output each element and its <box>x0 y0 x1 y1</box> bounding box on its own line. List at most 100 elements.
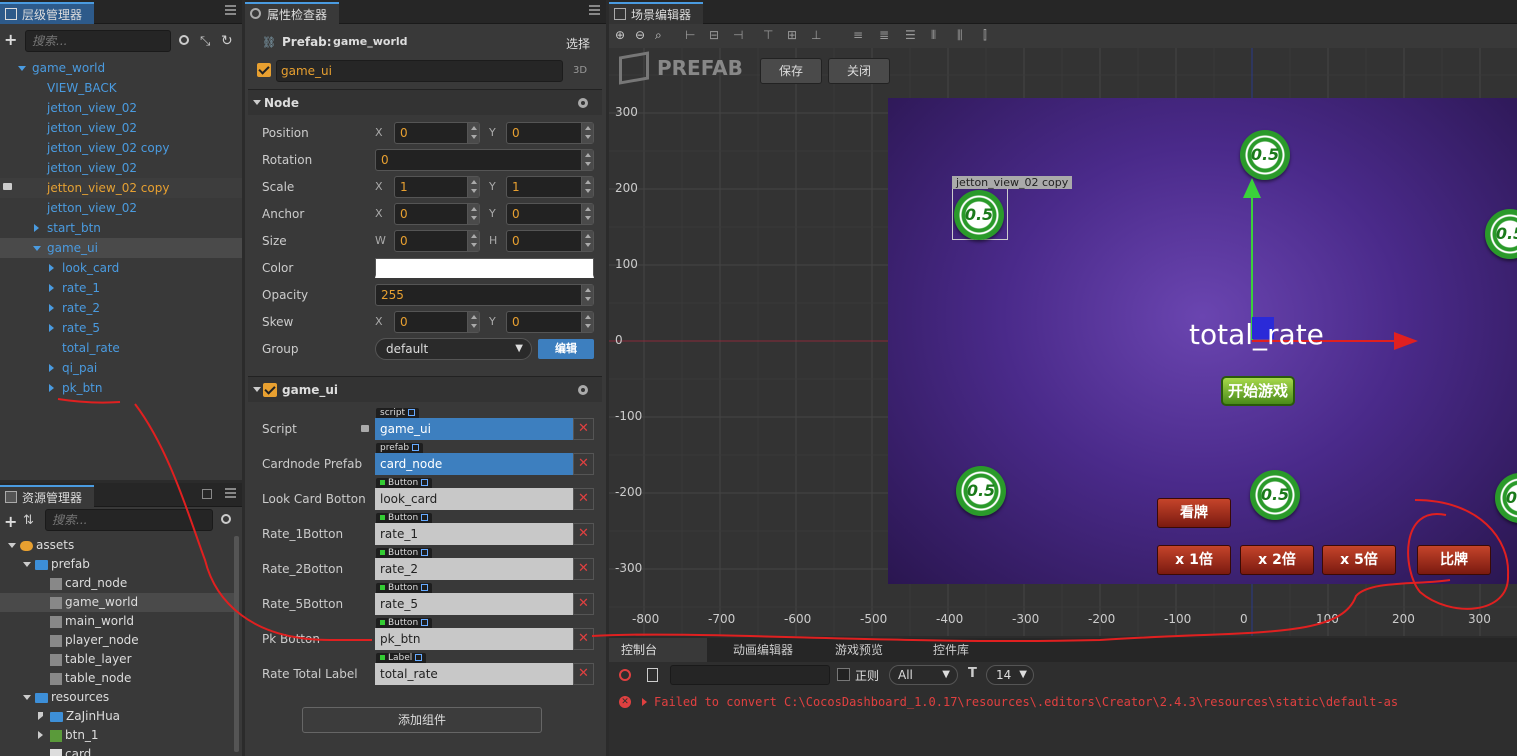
asset-item[interactable]: card <box>0 745 235 756</box>
open-log-icon[interactable] <box>647 668 658 682</box>
distribute-right-icon[interactable]: ⫿ <box>983 28 987 43</box>
distribute-vcenter-icon[interactable]: ≣ <box>879 28 889 42</box>
tree-node[interactable]: VIEW_BACK <box>0 78 242 98</box>
align-right-icon[interactable]: ⊣ <box>733 28 743 42</box>
clear-field-icon[interactable]: ✕ <box>573 453 594 475</box>
jetton-chip[interactable]: 0.5 <box>1240 130 1290 180</box>
tree-node[interactable]: pk_btn <box>0 378 242 398</box>
spinner-icon[interactable] <box>581 285 593 305</box>
tree-node[interactable]: jetton_view_02 copy <box>0 138 242 158</box>
zoom-in-icon[interactable]: ⊕ <box>615 28 625 42</box>
opacity-input[interactable]: 255 <box>375 284 594 306</box>
open-link-icon[interactable] <box>421 479 429 486</box>
scale-x-input[interactable]: 1 <box>394 176 480 198</box>
close-button[interactable]: 关闭 <box>828 58 890 84</box>
clear-field-icon[interactable]: ✕ <box>573 663 594 685</box>
expand-arrow-icon[interactable] <box>33 246 41 251</box>
tree-node[interactable]: jetton_view_02 <box>0 118 242 138</box>
lock-icon[interactable] <box>3 183 12 190</box>
asset-item[interactable]: card_node <box>0 574 235 593</box>
tree-node[interactable]: jetton_view_02 <box>0 158 242 178</box>
asset-item[interactable]: player_node <box>0 631 235 650</box>
start-game-button[interactable]: 开始游戏 <box>1221 376 1295 406</box>
align-left-icon[interactable]: ⊢ <box>685 28 695 42</box>
open-link-icon[interactable] <box>408 409 416 416</box>
spinner-icon[interactable] <box>467 231 479 251</box>
inspector-menu-icon[interactable] <box>589 5 600 15</box>
tree-node[interactable]: look_card <box>0 258 242 278</box>
tree-node[interactable]: total_rate <box>0 338 242 358</box>
spinner-icon[interactable] <box>581 123 593 143</box>
component-gear-icon[interactable] <box>578 385 588 395</box>
popout-icon[interactable] <box>202 489 212 499</box>
collapse-arrow-icon[interactable] <box>49 304 54 312</box>
zoom-out-icon[interactable]: ⊖ <box>635 28 645 42</box>
jetton-chip[interactable]: 0.5 <box>954 190 1004 240</box>
component-prop-field[interactable]: card_node <box>375 453 573 475</box>
look-card-button[interactable]: 看牌 <box>1157 498 1231 528</box>
spinner-icon[interactable] <box>467 204 479 224</box>
expand-arrow-icon[interactable] <box>642 698 647 706</box>
collapse-arrow-icon[interactable] <box>49 264 54 272</box>
plus-icon[interactable]: + <box>4 32 17 48</box>
anchor-y-input[interactable]: 0 <box>506 203 594 225</box>
scene-viewport[interactable]: PREFAB 保存 关闭 300 200 100 0 -100 -200 -300 -800… <box>609 48 1517 636</box>
scene-tab[interactable]: 场景编辑器 <box>609 2 704 24</box>
asset-item[interactable]: table_layer <box>0 650 235 669</box>
tree-node[interactable]: jetton_view_02 <box>0 198 242 218</box>
collapse-arrow-icon[interactable] <box>38 712 43 720</box>
assets-scrollbar[interactable] <box>234 536 239 752</box>
clear-field-icon[interactable]: ✕ <box>573 593 594 615</box>
clear-field-icon[interactable]: ✕ <box>573 628 594 650</box>
add-component-button[interactable]: 添加组件 <box>302 707 542 733</box>
zoom-reset-icon[interactable]: ⌕ <box>655 28 662 43</box>
component-prop-field[interactable]: rate_5 <box>375 593 573 615</box>
asset-item[interactable]: main_world <box>0 612 235 631</box>
search-icon[interactable] <box>179 35 189 45</box>
distribute-top-icon[interactable]: ≡ <box>853 28 863 42</box>
open-link-icon[interactable] <box>421 549 429 556</box>
component-prop-field[interactable]: rate_1 <box>375 523 573 545</box>
spinner-icon[interactable] <box>581 312 593 332</box>
asset-item[interactable]: game_world <box>0 593 235 612</box>
scale-y-input[interactable]: 1 <box>506 176 594 198</box>
widget-library-tab[interactable]: 控件库 <box>915 638 969 662</box>
spinner-icon[interactable] <box>467 123 479 143</box>
anchor-x-input[interactable]: 0 <box>394 203 480 225</box>
collapse-icon[interactable]: ⤡ <box>200 34 210 49</box>
rate-1-button[interactable]: x 1倍 <box>1157 545 1231 575</box>
assets-search-icon[interactable] <box>221 514 231 524</box>
spinner-icon[interactable] <box>581 150 593 170</box>
asset-item[interactable]: btn_1 <box>0 726 235 745</box>
tree-node[interactable]: rate_1 <box>0 278 242 298</box>
spinner-icon[interactable] <box>581 231 593 251</box>
open-link-icon[interactable] <box>415 654 423 661</box>
expand-arrow-icon[interactable] <box>23 562 31 567</box>
collapse-arrow-icon[interactable] <box>49 324 54 332</box>
asset-item[interactable]: resources <box>0 688 235 707</box>
tree-node[interactable]: jetton_view_02 copy <box>0 178 242 198</box>
distribute-bottom-icon[interactable]: ☰ <box>905 28 916 42</box>
tree-node[interactable]: rate_2 <box>0 298 242 318</box>
font-size-select[interactable]: 14 ▼ <box>986 665 1034 685</box>
position-x-input[interactable]: 0 <box>394 122 480 144</box>
save-button[interactable]: 保存 <box>760 58 822 84</box>
assets-search-input[interactable]: 搜索... <box>45 509 213 531</box>
collapse-arrow-icon[interactable] <box>49 384 54 392</box>
asset-item[interactable]: prefab <box>0 555 235 574</box>
tree-node[interactable]: rate_5 <box>0 318 242 338</box>
skew-y-input[interactable]: 0 <box>506 311 594 333</box>
console-tab[interactable]: 控制台 <box>609 638 707 662</box>
component-section-header[interactable]: game_ui <box>248 376 602 402</box>
tree-node[interactable]: jetton_view_02 <box>0 98 242 118</box>
component-prop-field[interactable]: game_ui <box>375 418 573 440</box>
tree-node[interactable]: start_btn <box>0 218 242 238</box>
distribute-left-icon[interactable]: ⫴ <box>931 28 936 43</box>
jetton-chip[interactable]: 0.5 <box>1250 470 1300 520</box>
size-h-input[interactable]: 0 <box>506 230 594 252</box>
assets-plus-icon[interactable]: + <box>4 512 17 531</box>
gizmo-y-arrow-icon[interactable] <box>1243 178 1261 198</box>
tree-node[interactable]: game_world <box>0 58 242 78</box>
expand-arrow-icon[interactable] <box>18 66 26 71</box>
align-top-icon[interactable]: ⊤ <box>763 28 773 42</box>
